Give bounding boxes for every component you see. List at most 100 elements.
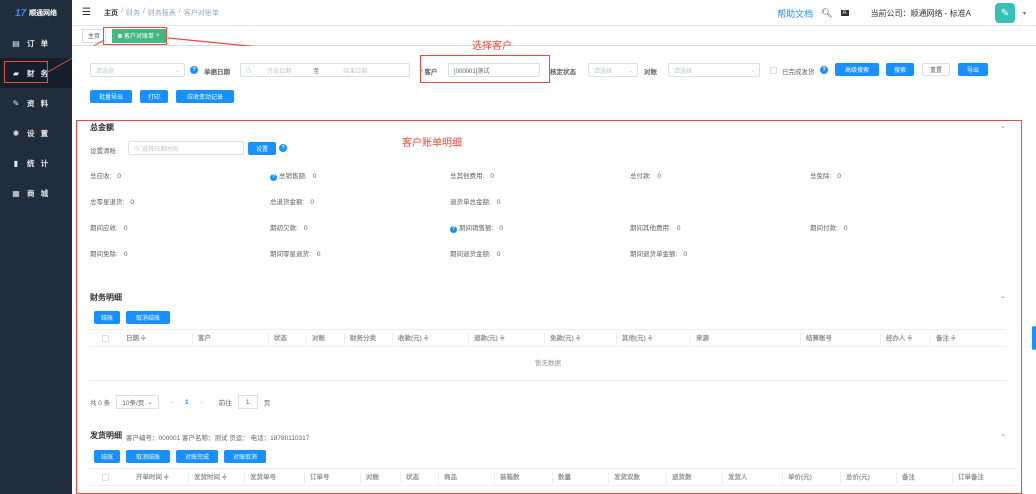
- table-column-header[interactable]: 对账: [366, 469, 379, 487]
- select-all-checkbox[interactable]: [102, 474, 109, 481]
- table-column-header[interactable]: 结算账号: [806, 330, 832, 348]
- breadcrumb-finance[interactable]: 财务: [126, 8, 140, 18]
- help-link[interactable]: 帮助文档: [777, 7, 813, 20]
- breadcrumb: 主页 / 财务 / 财务报表 / 客户对账单: [104, 8, 219, 18]
- table-column-header[interactable]: 发货人: [728, 469, 748, 487]
- hamburger-icon[interactable]: ☰: [82, 7, 94, 18]
- stat-item: 总免除: 0: [810, 170, 841, 180]
- stat-value: 0: [676, 225, 681, 232]
- print-button[interactable]: 打印: [140, 90, 168, 103]
- collapse-icon[interactable]: ⌄: [1000, 292, 1006, 300]
- table-column-header[interactable]: 开单时间 ≑: [136, 469, 169, 487]
- recon-done-button[interactable]: 对账完成: [176, 450, 218, 463]
- table-column-header[interactable]: 备注: [902, 469, 915, 487]
- stat-label: 期间销售额:: [459, 225, 494, 232]
- table-column-header[interactable]: 免款(元) ≑: [550, 330, 581, 348]
- table-column-header[interactable]: 对账: [312, 330, 325, 348]
- sidebar-item-settings[interactable]: ✱ 设 置: [0, 118, 72, 148]
- table-column-header[interactable]: 其他(元) ≑: [622, 330, 653, 348]
- table-column-header[interactable]: 总价(元): [846, 469, 870, 487]
- table-column-header[interactable]: 经办人 ≑: [886, 330, 913, 348]
- stat-item: ? 总销售额: 0: [270, 170, 316, 181]
- bar-chart-icon: ▮: [13, 158, 19, 168]
- logo[interactable]: 17 顺通网络: [0, 0, 72, 26]
- table-column-header[interactable]: 装箱数: [500, 469, 520, 487]
- sidebar-item-orders[interactable]: ▤ 订 单: [0, 28, 72, 58]
- select-all-checkbox[interactable]: [102, 335, 109, 342]
- page-size-value: 10条/页: [122, 400, 145, 407]
- batch-export-button[interactable]: 批量导出: [90, 90, 132, 103]
- settle-button[interactable]: 结账: [94, 311, 120, 324]
- next-page-button[interactable]: ›: [201, 399, 203, 406]
- unsettle-button[interactable]: 取消结账: [126, 311, 170, 324]
- finance-highlight: [4, 61, 48, 83]
- breadcrumb-home[interactable]: 主页: [104, 8, 118, 18]
- reset-button[interactable]: 重置: [922, 63, 950, 76]
- scrollbar-thumb[interactable]: [1032, 326, 1036, 350]
- chevron-down-icon: ⌄: [147, 399, 153, 406]
- table-column-header[interactable]: 财务分类: [350, 330, 376, 348]
- table-column-header[interactable]: 退货数: [672, 469, 692, 487]
- done-checkbox[interactable]: [770, 67, 777, 74]
- recon-cancel-button[interactable]: 对账取消: [224, 450, 266, 463]
- table-column-header[interactable]: 收款(元) ≑: [398, 330, 429, 348]
- table-column-header[interactable]: 状态: [406, 469, 419, 487]
- advanced-search-button[interactable]: 高级搜索: [835, 63, 879, 76]
- caret-down-icon[interactable]: ▾: [1023, 10, 1026, 17]
- export-button[interactable]: 导出: [958, 63, 988, 76]
- prev-page-button[interactable]: ‹: [171, 399, 173, 406]
- date-label: 单据日期: [204, 69, 230, 76]
- recon-select[interactable]: 请选择 ⌄: [668, 63, 760, 77]
- current-page[interactable]: 1: [185, 399, 189, 406]
- collapse-icon[interactable]: ⌄: [1000, 430, 1006, 438]
- change-log-button[interactable]: 应收变动记录: [176, 90, 234, 103]
- font-size-icon[interactable]: A: [840, 10, 849, 16]
- ship-settle-button[interactable]: 结账: [94, 450, 120, 463]
- settle-label: 核定状态: [550, 69, 576, 76]
- help-icon[interactable]: ?: [279, 144, 287, 152]
- stat-value: 0: [130, 199, 134, 206]
- goto-input[interactable]: 1: [237, 395, 258, 409]
- breadcrumb-reports[interactable]: 财务报表: [148, 8, 176, 18]
- set-clear-button[interactable]: 设置: [248, 142, 276, 155]
- stat-value: 0: [310, 199, 314, 206]
- column-divider: [400, 472, 401, 484]
- placeholder: 选择日期时间: [142, 146, 179, 153]
- sidebar-item-data[interactable]: ✎ 资 料: [0, 88, 72, 118]
- date-range-input[interactable]: ◷ 开始日期 至 结束日期: [240, 63, 410, 77]
- stat-item: 期间应收: 0: [90, 222, 127, 232]
- table-column-header[interactable]: 订单号: [310, 469, 330, 487]
- search-button[interactable]: 搜索: [886, 63, 914, 76]
- breadcrumb-sep: /: [121, 7, 123, 15]
- table-column-header[interactable]: 数量: [558, 469, 571, 487]
- ship-unsettle-button[interactable]: 取消结账: [126, 450, 170, 463]
- search-icon[interactable]: 🔍︎: [821, 8, 832, 19]
- table-column-header[interactable]: 退款(元) ≑: [474, 330, 505, 348]
- help-icon[interactable]: ?: [270, 173, 277, 181]
- table-column-header[interactable]: 发货单号: [250, 469, 276, 487]
- collapse-icon[interactable]: ⌄: [1000, 122, 1006, 130]
- table-column-header[interactable]: 发货时间 ≑: [194, 469, 227, 487]
- avatar[interactable]: ✎: [994, 3, 1015, 23]
- table-column-header[interactable]: 单价(元): [788, 469, 812, 487]
- page-size-select[interactable]: 10条/页 ⌄: [116, 395, 159, 409]
- table-column-header[interactable]: 状态: [274, 330, 287, 348]
- table-column-header[interactable]: 订单备注: [958, 469, 984, 487]
- help-icon[interactable]: ?: [820, 66, 828, 74]
- sidebar-item-stats[interactable]: ▮ 统 计: [0, 148, 72, 178]
- clear-date-input[interactable]: ◷ 选择日期时间: [128, 141, 244, 155]
- table-column-header[interactable]: 来源: [696, 330, 709, 348]
- stat-value: 0: [312, 173, 317, 180]
- sidebar-item-mall[interactable]: ▦ 商 城: [0, 178, 72, 208]
- table-column-header[interactable]: 发货双数: [614, 469, 640, 487]
- table-column-header[interactable]: 备注 ≑: [936, 330, 956, 348]
- help-icon[interactable]: ?: [190, 66, 198, 74]
- table-column-header[interactable]: 客户: [198, 330, 211, 348]
- stat-label: 总销售额:: [279, 173, 307, 180]
- annotation-detail: 客户账单明细: [402, 138, 462, 149]
- type-select[interactable]: 请选择 ⌄: [90, 63, 185, 77]
- help-icon[interactable]: ?: [450, 225, 457, 233]
- table-column-header[interactable]: 日期 ≑: [126, 330, 146, 348]
- settle-select[interactable]: 请选择 ⌄: [588, 63, 638, 77]
- table-column-header[interactable]: 商品: [444, 469, 457, 487]
